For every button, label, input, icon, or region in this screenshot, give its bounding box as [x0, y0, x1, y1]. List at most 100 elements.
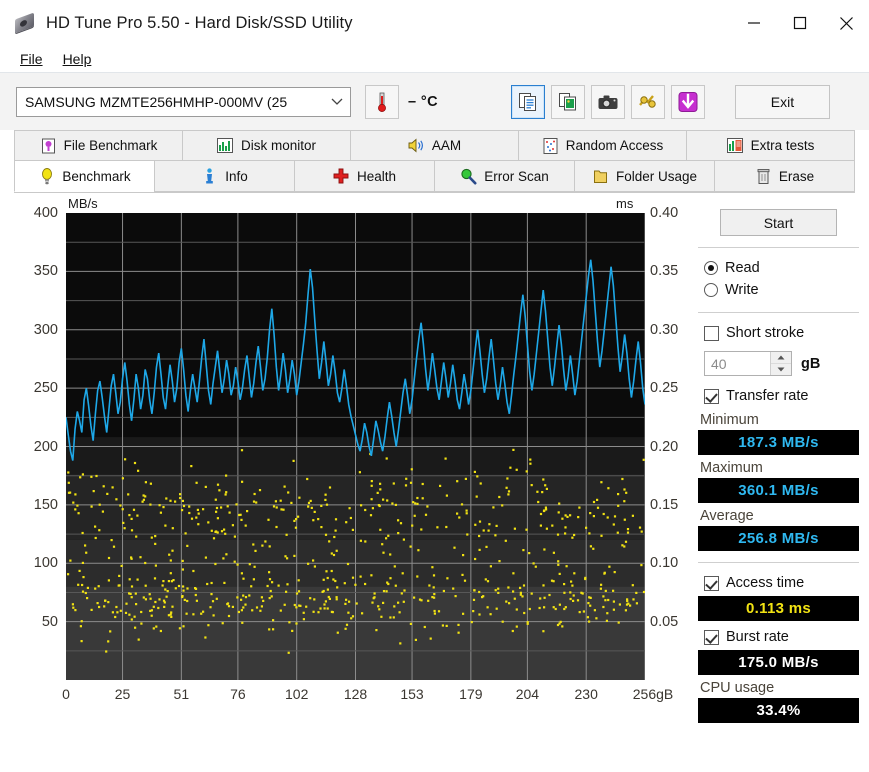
drive-select-value: SAMSUNG MZMTE256HMHP-000MV (25 [25, 93, 288, 110]
toolbar-icon-group [510, 84, 711, 119]
x-tick-label: 204 [515, 686, 540, 702]
tab-random-access[interactable]: Random Access [518, 130, 686, 161]
y-tick-label: 100 [33, 555, 58, 572]
tab-file-benchmark-label: File Benchmark [63, 138, 158, 153]
spinner-buttons[interactable] [770, 352, 791, 375]
copy-icon[interactable] [510, 84, 545, 119]
window-title: HD Tune Pro 5.50 - Hard Disk/SSD Utility [46, 13, 353, 32]
y-tick-label: 300 [33, 321, 58, 338]
radio-read[interactable]: Read [698, 257, 859, 279]
tab-health-label: Health [356, 168, 397, 184]
checkbox-burst-rate[interactable]: Burst rate [698, 626, 859, 648]
tab-disk-monitor[interactable]: Disk monitor [182, 130, 350, 161]
maximum-value: 360.1 MB/s [698, 478, 859, 503]
tab-benchmark-label: Benchmark [62, 168, 131, 184]
benchmark-chart: MB/s ms 50 100 150 200 250 300 350 400 0.05 0.10… [0, 196, 690, 772]
plot-area [65, 213, 647, 680]
download-arrow-icon[interactable] [670, 84, 705, 119]
start-button-label: Start [763, 214, 794, 231]
menu-help[interactable]: Help [53, 49, 102, 69]
menu-file-label: File [20, 51, 43, 67]
camera-icon[interactable] [590, 84, 625, 119]
file-benchmark-icon [40, 137, 57, 154]
spinner-up-icon[interactable] [771, 352, 791, 364]
x-tick-label: 230 [574, 686, 598, 702]
checkbox-short-stroke[interactable]: Short stroke [698, 322, 859, 344]
drive-select[interactable]: SAMSUNG MZMTE256HMHP-000MV (25 [16, 86, 351, 117]
tab-disk-monitor-label: Disk monitor [240, 138, 316, 153]
y-tick-label: 200 [33, 438, 58, 455]
cpu-usage-value: 33.4% [698, 698, 859, 723]
title-bar: HD Tune Pro 5.50 - Hard Disk/SSD Utility [0, 0, 869, 46]
temperature-value: – °C [408, 93, 438, 110]
minimize-button[interactable] [731, 0, 777, 46]
thermometer-icon[interactable] [365, 84, 399, 119]
window-controls [731, 0, 869, 46]
tab-health[interactable]: Health [294, 161, 434, 192]
checkbox-burst-rate-label: Burst rate [726, 629, 789, 645]
tab-erase[interactable]: Erase [714, 161, 855, 192]
average-value: 256.8 MB/s [698, 526, 859, 551]
checkbox-access-time[interactable]: Access time [698, 572, 859, 594]
y2-tick-label: 0.30 [650, 321, 679, 338]
minimum-label: Minimum [700, 412, 759, 428]
plot-svg [65, 213, 647, 680]
y2-tick-label: 0.20 [650, 438, 679, 455]
tab-folder-usage[interactable]: Folder Usage [574, 161, 714, 192]
temperature-display: – °C [365, 84, 438, 119]
toolbar: SAMSUNG MZMTE256HMHP-000MV (25 – °C Exit [0, 73, 869, 130]
y-axis-unit-right: ms [616, 196, 634, 211]
y2-tick-label: 0.10 [650, 555, 679, 572]
menu-file[interactable]: File [10, 49, 53, 69]
exit-button-label: Exit [770, 93, 795, 110]
tab-aam[interactable]: AAM [350, 130, 518, 161]
harddisk-icon [14, 12, 36, 34]
copy-image-icon[interactable] [550, 84, 585, 119]
radio-write-indicator [704, 283, 718, 297]
maximum-label: Maximum [700, 460, 763, 476]
average-label: Average [700, 508, 754, 524]
radio-read-indicator [704, 261, 718, 275]
burst-rate-value: 175.0 MB/s [698, 650, 859, 675]
tab-error-scan[interactable]: Error Scan [434, 161, 574, 192]
x-axis: 0 25 51 76 102 128 153 179 204 230 256gB [0, 686, 690, 708]
radio-read-label: Read [725, 260, 760, 276]
x-tick-label: 128 [343, 686, 368, 702]
tab-info[interactable]: Info [154, 161, 294, 192]
radio-write[interactable]: Write [698, 279, 859, 301]
y-tick-label: 50 [41, 613, 58, 630]
checkbox-short-stroke-label: Short stroke [726, 325, 805, 341]
access-time-value: 0.113 ms [698, 596, 859, 621]
tab-folder-usage-label: Folder Usage [615, 168, 698, 184]
y2-tick-label: 0.25 [650, 380, 679, 397]
tab-aam-label: AAM [431, 138, 462, 153]
x-tick-label: 51 [173, 686, 190, 702]
checkbox-transfer-rate-indicator [704, 388, 719, 404]
x-tick-label: 0 [62, 686, 70, 702]
start-button[interactable]: Start [720, 209, 837, 236]
tab-row-upper: File Benchmark Disk monitor AAM Random A… [14, 130, 855, 161]
divider [698, 562, 859, 563]
folder-gold-icon[interactable] [630, 84, 665, 119]
checkbox-short-stroke-indicator [704, 325, 719, 341]
tab-file-benchmark[interactable]: File Benchmark [14, 130, 182, 161]
random-access-icon [542, 137, 559, 154]
x-tick-label: 76 [230, 686, 246, 702]
y-tick-label: 250 [33, 380, 58, 397]
close-button[interactable] [823, 0, 869, 46]
options-panel: Start Read Write Short stroke 40 gB Tran… [690, 199, 869, 772]
maximize-button[interactable] [777, 0, 823, 46]
tab-benchmark[interactable]: Benchmark [14, 161, 154, 192]
tab-extra-tests-label: Extra tests [750, 138, 815, 153]
x-tick-label: 102 [285, 686, 309, 702]
short-stroke-spinner[interactable]: 40 [704, 351, 792, 376]
checkbox-transfer-rate[interactable]: Transfer rate [698, 385, 859, 407]
tab-extra-tests[interactable]: Extra tests [686, 130, 855, 161]
spinner-down-icon[interactable] [771, 364, 791, 375]
y-tick-label: 400 [33, 205, 58, 221]
exit-button[interactable]: Exit [734, 84, 830, 119]
x-tick-label: 256gB [632, 686, 674, 702]
speaker-icon [408, 137, 425, 154]
x-tick-label: 179 [459, 686, 483, 702]
y-tick-label: 150 [33, 496, 58, 513]
